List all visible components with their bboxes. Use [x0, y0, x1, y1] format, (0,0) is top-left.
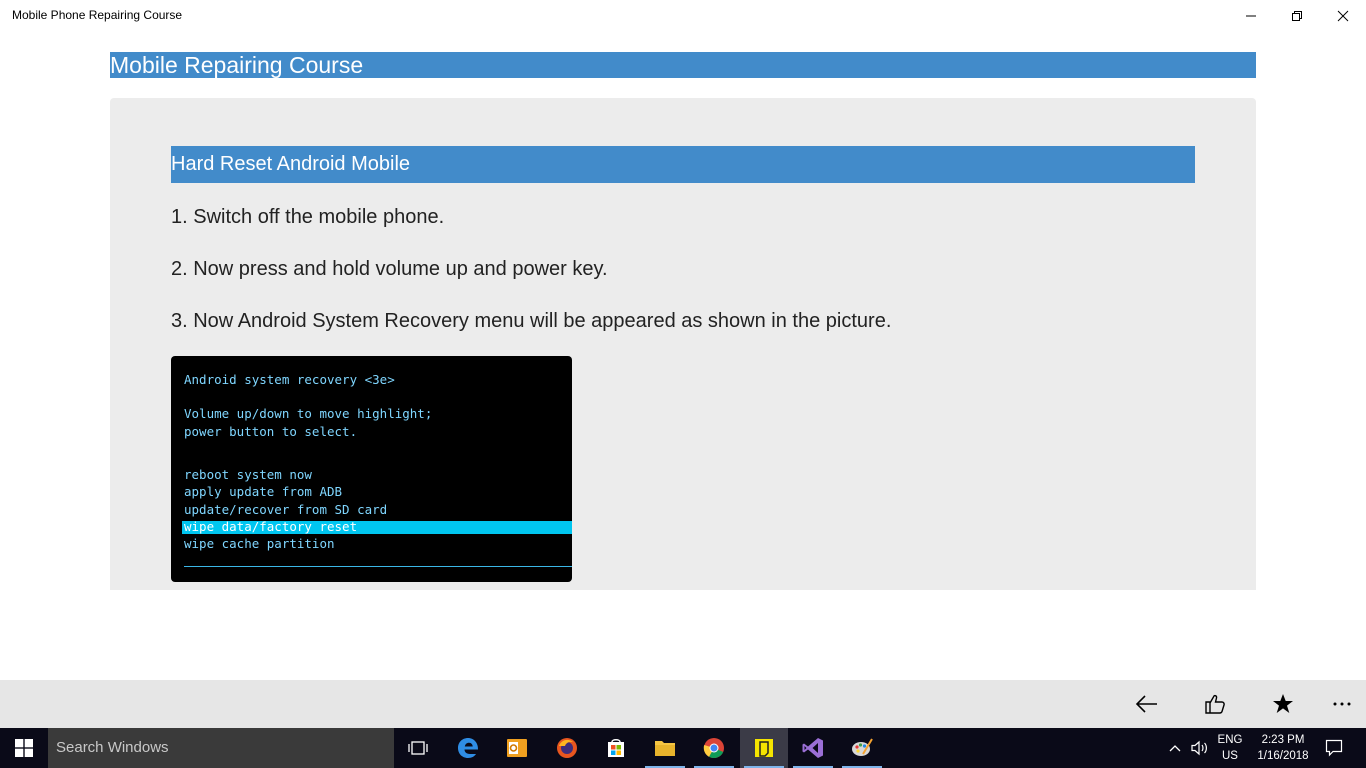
- task-view-button[interactable]: [394, 728, 442, 768]
- outlook-icon: [507, 739, 527, 757]
- notification-icon: [1325, 739, 1343, 757]
- region-code: US: [1222, 750, 1238, 762]
- close-button[interactable]: [1320, 0, 1366, 32]
- step-2: 2. Now press and hold volume up and powe…: [171, 258, 608, 280]
- taskbar-chrome[interactable]: [690, 728, 738, 768]
- taskbar-firefox[interactable]: [543, 728, 591, 768]
- recovery-divider: [184, 566, 572, 567]
- recovery-menu-item: reboot system now: [184, 467, 312, 482]
- start-button[interactable]: [0, 728, 48, 768]
- edge-icon: [458, 738, 479, 758]
- paint-icon: [852, 738, 873, 756]
- step-1: 1. Switch off the mobile phone.: [171, 206, 445, 228]
- taskbar-outlook[interactable]: [493, 728, 541, 768]
- recovery-instruction-line: power button to select.: [184, 424, 358, 439]
- back-arrow-icon: [1135, 695, 1157, 713]
- windows-logo-icon: [15, 739, 33, 757]
- recovery-menu-item: wipe cache partition: [184, 536, 335, 551]
- store-icon: [608, 739, 624, 757]
- chrome-icon: [703, 738, 724, 759]
- taskbar-clock[interactable]: 2:23 PM 1/16/2018: [1250, 732, 1316, 764]
- recovery-menu-item-selected: wipe data/factory reset: [184, 519, 358, 534]
- page-header: Mobile Repairing Course: [110, 52, 1256, 78]
- action-center-button[interactable]: [1318, 728, 1350, 768]
- taskbar-visual-studio[interactable]: [789, 728, 837, 768]
- more-icon: [1333, 702, 1351, 706]
- star-icon: [1273, 694, 1293, 713]
- volume-button[interactable]: [1188, 728, 1212, 768]
- taskbar: Search Windows ENG US 2:23 PM 1/16/2018: [0, 728, 1366, 768]
- content-panel: Hard Reset Android Mobile 1. Switch off …: [110, 98, 1256, 590]
- close-icon: [1337, 10, 1349, 22]
- more-button[interactable]: [1312, 680, 1366, 728]
- minimize-icon: [1246, 15, 1256, 17]
- app-bar: [0, 680, 1366, 728]
- taskbar-search-box[interactable]: Search Windows: [48, 728, 394, 768]
- taskbar-paint[interactable]: [838, 728, 886, 768]
- task-view-icon: [408, 741, 428, 755]
- like-button[interactable]: [1185, 680, 1245, 728]
- recovery-screenshot: Android system recovery <3e> Volume up/d…: [171, 356, 572, 582]
- show-hidden-icons-button[interactable]: [1164, 728, 1186, 768]
- sticky-notes-icon: [755, 739, 773, 757]
- taskbar-edge[interactable]: [444, 728, 492, 768]
- firefox-icon: [557, 738, 577, 758]
- recovery-menu-item: apply update from ADB: [184, 484, 343, 499]
- language-code: ENG: [1217, 734, 1243, 746]
- favorite-button[interactable]: [1253, 680, 1313, 728]
- step-3: 3. Now Android System Recovery menu will…: [171, 310, 892, 332]
- clock-time: 2:23 PM: [1261, 734, 1305, 746]
- input-language-indicator[interactable]: ENG US: [1212, 732, 1248, 764]
- chevron-up-icon: [1169, 745, 1181, 752]
- restore-icon: [1292, 11, 1302, 21]
- clock-date: 1/16/2018: [1257, 750, 1309, 762]
- speaker-icon: [1191, 740, 1207, 756]
- recovery-menu-item: update/recover from SD card: [184, 502, 388, 517]
- restore-button[interactable]: [1274, 0, 1320, 32]
- taskbar-file-explorer[interactable]: [641, 728, 689, 768]
- recovery-instruction-line: Volume up/down to move highlight;: [184, 406, 433, 421]
- visual-studio-icon: [802, 738, 823, 758]
- recovery-title: Android system recovery <3e>: [184, 372, 395, 387]
- taskbar-sticky-notes[interactable]: [740, 728, 788, 768]
- window-title: Mobile Phone Repairing Course: [12, 8, 183, 22]
- minimize-button[interactable]: [1228, 0, 1274, 32]
- taskbar-store[interactable]: [592, 728, 640, 768]
- section-title: Hard Reset Android Mobile: [171, 146, 1195, 183]
- back-button[interactable]: [1117, 680, 1177, 728]
- file-explorer-icon: [655, 741, 675, 756]
- thumbs-up-icon: [1205, 694, 1225, 714]
- title-bar: Mobile Phone Repairing Course: [0, 0, 1366, 32]
